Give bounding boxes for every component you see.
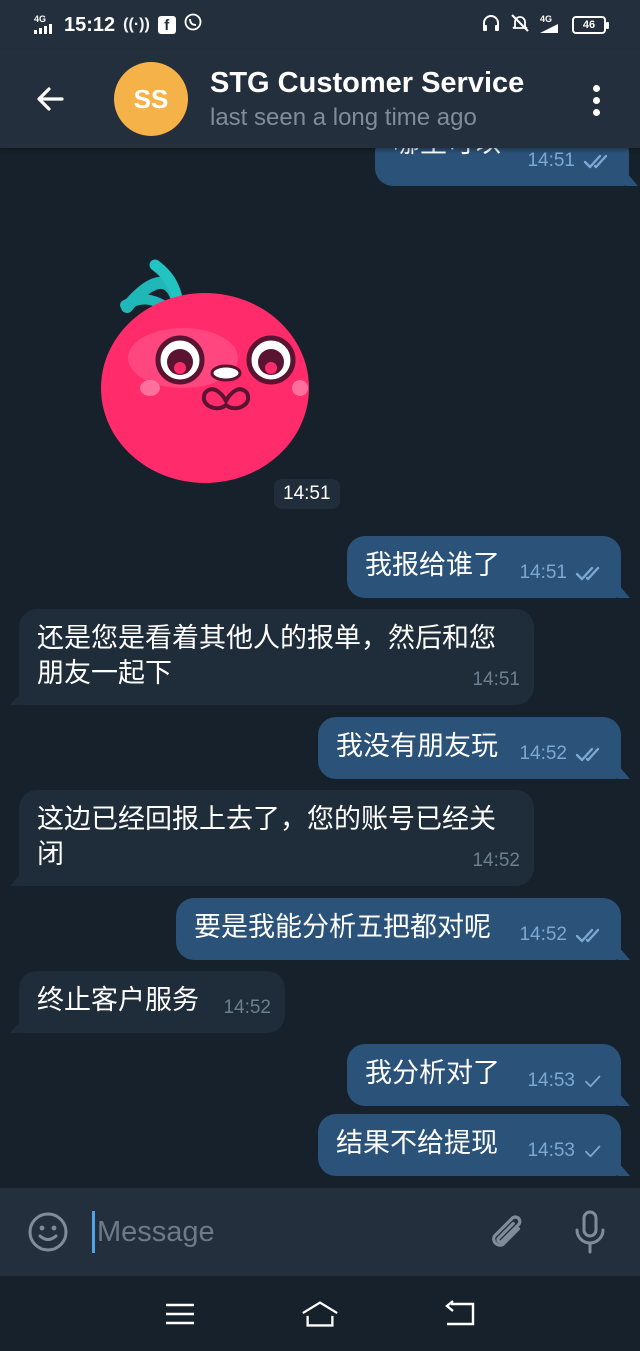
more-options-button[interactable] [574, 76, 618, 124]
dot [592, 84, 600, 92]
sticker-time: 14:51 [274, 479, 340, 509]
double-check-icon [575, 928, 600, 942]
message-outgoing[interactable]: 我没有朋友玩 14:52 [318, 717, 621, 779]
cherry-sticker[interactable] [85, 223, 325, 503]
dot [592, 96, 600, 104]
single-check-icon [585, 1145, 601, 1157]
status-bar: 4G 15:12 ((·)) f 4G 46 [0, 0, 640, 50]
message-text-line: 还是您是看着其他人的报单，然后和您 [37, 623, 496, 654]
message-meta: 14:52 [519, 917, 607, 952]
message-list[interactable]: 哪里可以 14:51 14:51 我报给谁了 14:51 还是您是看着其他人的报… [0, 148, 640, 1188]
message-text-line: 朋友一起下 [37, 658, 172, 689]
message-meta: 14:52 [472, 843, 520, 878]
message-text: 终止客户服务 [37, 985, 199, 1016]
message-time: 14:52 [472, 850, 520, 871]
avatar[interactable]: SS [114, 62, 188, 136]
message-incoming[interactable]: 终止客户服务 14:52 [19, 971, 285, 1033]
message-text: 结果不给提现 [336, 1128, 498, 1159]
message-text: 我分析对了 [365, 1058, 500, 1089]
chat-subtitle: last seen a long time ago [210, 103, 477, 131]
message-meta: 14:51 [527, 148, 615, 178]
message-outgoing[interactable]: 我报给谁了 14:51 [347, 536, 621, 598]
double-check-icon [583, 154, 608, 168]
hotspot-icon: ((·)) [123, 16, 150, 33]
message-text-line: 这边已经回报上去了，您的账号已经关 [37, 804, 496, 835]
nav-home-button[interactable] [300, 1296, 340, 1332]
message-time: 14:53 [527, 1070, 575, 1091]
text-cursor [92, 1211, 95, 1253]
message-meta: 14:51 [472, 662, 520, 697]
message-time: 14:51 [527, 150, 575, 171]
message-text: 要是我能分析五把都对呢 [194, 912, 491, 943]
emoji-icon[interactable] [26, 1210, 70, 1254]
double-check-icon [575, 566, 600, 580]
chat-title: STG Customer Service [210, 66, 525, 99]
message-time: 14:52 [519, 924, 567, 945]
message-incoming[interactable]: 这边已经回报上去了，您的账号已经关 闭 14:52 [19, 790, 534, 886]
whatsapp-icon [184, 13, 202, 37]
message-time: 14:52 [223, 997, 271, 1018]
hamburger-icon [166, 1303, 194, 1324]
message-meta: 14:52 [519, 736, 607, 771]
message-meta: 14:53 [527, 1063, 607, 1098]
message-text: 我没有朋友玩 [336, 731, 498, 762]
battery-level: 46 [582, 19, 596, 31]
mute-notifications-icon [510, 13, 530, 38]
message-incoming[interactable]: 还是您是看着其他人的报单，然后和您 朋友一起下 14:51 [19, 609, 534, 705]
message-time: 14:51 [472, 669, 520, 690]
status-time: 15:12 [64, 13, 116, 36]
chat-title-block[interactable]: STG Customer Service last seen a long ti… [210, 67, 524, 132]
double-check-icon [575, 747, 600, 761]
message-outgoing[interactable]: 哪里可以 14:51 [375, 148, 629, 186]
message-composer [0, 1188, 640, 1276]
message-outgoing[interactable]: 我分析对了 14:53 [347, 1044, 621, 1106]
nav-menu-button[interactable] [160, 1296, 200, 1332]
cellular-signal-icon: 4G [34, 13, 56, 36]
message-text: 我报给谁了 [365, 550, 500, 581]
system-nav-bar [0, 1276, 640, 1351]
single-check-icon [585, 1075, 601, 1087]
message-meta: 14:52 [223, 990, 271, 1025]
message-input[interactable] [97, 1215, 467, 1249]
battery-icon: 46 [572, 16, 609, 34]
message-outgoing[interactable]: 结果不给提现 14:53 [318, 1114, 621, 1176]
nav-back-button[interactable] [440, 1296, 480, 1332]
facebook-icon: f [157, 16, 176, 34]
back-button[interactable] [20, 69, 80, 129]
message-meta: 14:51 [519, 555, 607, 590]
message-meta: 14:53 [527, 1133, 607, 1168]
message-time: 14:52 [519, 743, 567, 764]
avatar-initials: SS [133, 83, 169, 114]
microphone-icon[interactable] [573, 1209, 607, 1255]
message-text: 哪里可以 [393, 148, 501, 161]
network-type-2-label: 4G [540, 14, 553, 24]
network-type-label: 4G [34, 13, 47, 24]
chat-header: SS STG Customer Service last seen a long… [0, 50, 640, 148]
message-time: 14:53 [527, 1140, 575, 1161]
message-outgoing[interactable]: 要是我能分析五把都对呢 14:52 [176, 898, 621, 960]
arrow-left-icon [37, 87, 64, 111]
headphones-icon [482, 14, 500, 37]
return-icon [445, 1299, 475, 1325]
dot [592, 108, 600, 116]
paperclip-icon[interactable] [485, 1210, 525, 1254]
message-time: 14:51 [519, 562, 567, 583]
cellular-signal-2-icon: 4G [540, 15, 562, 35]
home-icon [302, 1300, 338, 1327]
message-text-line: 闭 [37, 839, 64, 870]
